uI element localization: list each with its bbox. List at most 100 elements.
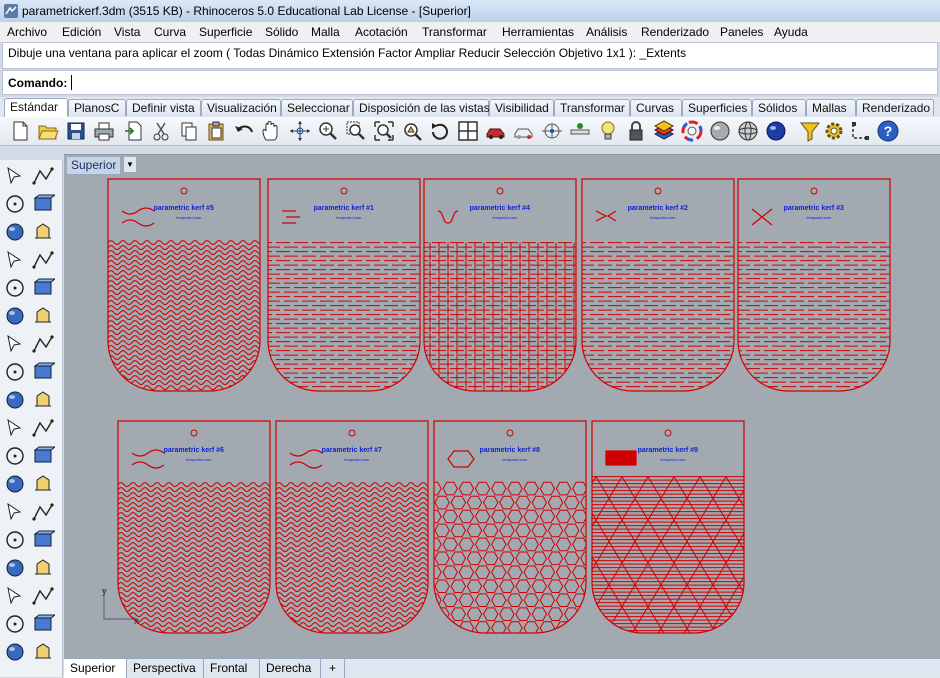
menu-archivo[interactable]: Archivo	[7, 25, 47, 39]
import-icon[interactable]	[123, 120, 145, 142]
command-input-caret[interactable]	[71, 75, 72, 90]
zoom-extents-icon[interactable]	[373, 120, 395, 142]
tab-definir-vista[interactable]: Definir vista	[126, 99, 201, 116]
command-line[interactable]: Comando:	[2, 70, 938, 95]
car-outline-icon[interactable]	[513, 120, 535, 142]
settings-icon[interactable]	[823, 120, 845, 142]
menu-herramientas[interactable]: Herramientas	[502, 25, 574, 39]
select-icon[interactable]	[3, 164, 27, 188]
trim-icon[interactable]	[3, 416, 27, 440]
undo-icon[interactable]	[233, 120, 255, 142]
render-sphere-icon[interactable]	[709, 120, 731, 142]
tab-mallas[interactable]: Mallas	[806, 99, 856, 116]
tab-visibilidad[interactable]: Visibilidad	[489, 99, 554, 116]
help-icon[interactable]: ?	[877, 120, 899, 142]
grid-array-icon[interactable]	[3, 584, 27, 608]
add-viewtab-button[interactable]: +	[321, 659, 345, 678]
curve-control-points-icon[interactable]	[31, 192, 55, 216]
revolve-surface-icon[interactable]	[31, 304, 55, 328]
text-icon[interactable]	[3, 500, 27, 524]
explode-icon[interactable]	[31, 388, 55, 412]
layer-box-icon[interactable]	[3, 640, 27, 664]
sphere-icon[interactable]	[31, 332, 55, 356]
tab-superficies[interactable]: Superficies	[682, 99, 752, 116]
mirror-icon[interactable]	[31, 584, 55, 608]
mesh-plane-icon[interactable]	[31, 360, 55, 384]
arc-icon[interactable]	[31, 276, 55, 300]
point-tool-icon[interactable]	[31, 164, 55, 188]
render-blue-sphere-icon[interactable]	[765, 120, 787, 142]
render-wire-sphere-icon[interactable]	[737, 120, 759, 142]
menu-analisis[interactable]: Análisis	[586, 25, 627, 39]
paint-icon[interactable]	[31, 640, 55, 664]
rectangle-icon[interactable]	[31, 248, 55, 272]
menu-acotacion[interactable]: Acotación	[355, 25, 408, 39]
menu-transformar[interactable]: Transformar	[422, 25, 487, 39]
car-icon[interactable]	[485, 120, 507, 142]
array-icon[interactable]	[3, 528, 27, 552]
point-icon[interactable]	[569, 120, 591, 142]
cplane-box-icon[interactable]	[3, 556, 27, 580]
open-icon[interactable]	[37, 120, 59, 142]
tab-curvas[interactable]: Curvas	[630, 99, 682, 116]
split-icon[interactable]	[31, 416, 55, 440]
offset-curve-icon[interactable]	[3, 472, 27, 496]
boolean-union-icon[interactable]	[3, 444, 27, 468]
menu-ayuda[interactable]: Ayuda	[774, 25, 808, 39]
point-cloud-icon[interactable]	[3, 388, 27, 412]
menu-vista[interactable]: Vista	[114, 25, 140, 39]
extrude-curve-icon[interactable]	[3, 360, 27, 384]
print-icon[interactable]	[93, 120, 115, 142]
fillet-surface-icon[interactable]	[3, 304, 27, 328]
circle-icon[interactable]	[3, 220, 27, 244]
viewport-canvas[interactable]	[64, 155, 940, 659]
move-icon[interactable]	[31, 528, 55, 552]
save-icon[interactable]	[65, 120, 87, 142]
tab-disposicion-vistas[interactable]: Disposición de las vistas	[353, 99, 490, 116]
color-wheel-icon[interactable]	[681, 120, 703, 142]
rotate-view-icon[interactable]	[289, 120, 311, 142]
menu-superficie[interactable]: Superficie	[199, 25, 252, 39]
menu-malla[interactable]: Malla	[311, 25, 340, 39]
tab-solidos[interactable]: Sólidos	[752, 99, 806, 116]
scale-icon[interactable]	[31, 500, 55, 524]
rotate-icon[interactable]	[429, 120, 451, 142]
group-icon[interactable]	[31, 444, 55, 468]
viewport-menu-chevron-down-icon[interactable]: ▼	[123, 157, 136, 172]
cut-icon[interactable]	[150, 120, 172, 142]
menu-edicion[interactable]: Edición	[62, 25, 101, 39]
tab-transformar[interactable]: Transformar	[554, 99, 630, 116]
tab-estandar[interactable]: Estándar	[4, 98, 68, 117]
menu-curva[interactable]: Curva	[154, 25, 186, 39]
menu-renderizado[interactable]: Renderizado	[641, 25, 709, 39]
zoom-dynamic-icon[interactable]	[317, 120, 339, 142]
tab-visualizacion[interactable]: Visualización	[201, 99, 281, 116]
viewtab-derecha[interactable]: Derecha	[260, 659, 321, 678]
dimension-icon[interactable]	[31, 556, 55, 580]
menu-solido[interactable]: Sólido	[265, 25, 298, 39]
circle-center-icon[interactable]	[3, 276, 27, 300]
viewtab-superior[interactable]: Superior	[64, 659, 127, 678]
polyline-icon[interactable]	[3, 192, 27, 216]
lock-icon[interactable]	[625, 120, 647, 142]
viewport-title[interactable]: Superior	[66, 156, 122, 175]
polygon-icon[interactable]	[3, 248, 27, 272]
paste-icon[interactable]	[205, 120, 227, 142]
pan-icon[interactable]	[260, 120, 282, 142]
zoom-selected-icon[interactable]	[401, 120, 423, 142]
check-icon[interactable]	[31, 612, 55, 636]
filter-icon[interactable]	[799, 120, 821, 142]
four-views-icon[interactable]	[457, 120, 479, 142]
rectangle-3d-icon[interactable]	[3, 612, 27, 636]
fillet-curve-icon[interactable]	[31, 472, 55, 496]
menu-paneles[interactable]: Paneles	[720, 25, 763, 39]
new-icon[interactable]	[9, 120, 31, 142]
ellipse-icon[interactable]	[31, 220, 55, 244]
viewtab-perspectiva[interactable]: Perspectiva	[127, 659, 204, 678]
viewport-superior[interactable]	[64, 154, 940, 659]
tab-renderizado[interactable]: Renderizado	[856, 99, 934, 116]
light-icon[interactable]	[597, 120, 619, 142]
box-icon[interactable]	[3, 332, 27, 356]
tab-seleccionar[interactable]: Seleccionar	[281, 99, 353, 116]
viewtab-frontal[interactable]: Frontal	[204, 659, 260, 678]
